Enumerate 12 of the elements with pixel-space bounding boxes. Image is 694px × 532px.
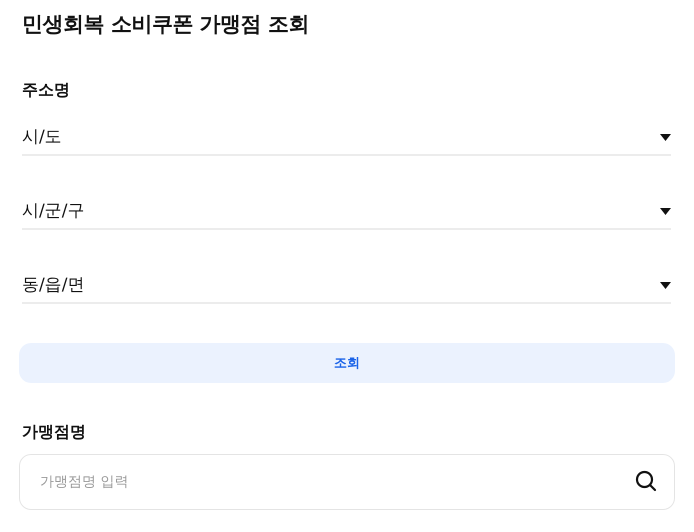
section-label: 가맹점명 [22, 421, 87, 443]
dropdown-select[interactable]: 시/도 [22, 120, 671, 156]
store-search-field[interactable]: 가맹점명 입력 [19, 454, 675, 510]
section-label: 주소명 [22, 79, 71, 101]
page-title: 민생회복 소비쿠폰 가맹점 조회 [22, 11, 310, 38]
caret-icon [660, 134, 671, 140]
dropdown-select[interactable]: 동/읍/면 [22, 268, 671, 304]
search-button[interactable]: 조회 [19, 343, 675, 383]
dropdown-select[interactable]: 시/군/구 [22, 194, 671, 230]
search-icon[interactable] [635, 470, 657, 492]
caret-icon [660, 208, 671, 214]
caret-icon [660, 282, 671, 288]
